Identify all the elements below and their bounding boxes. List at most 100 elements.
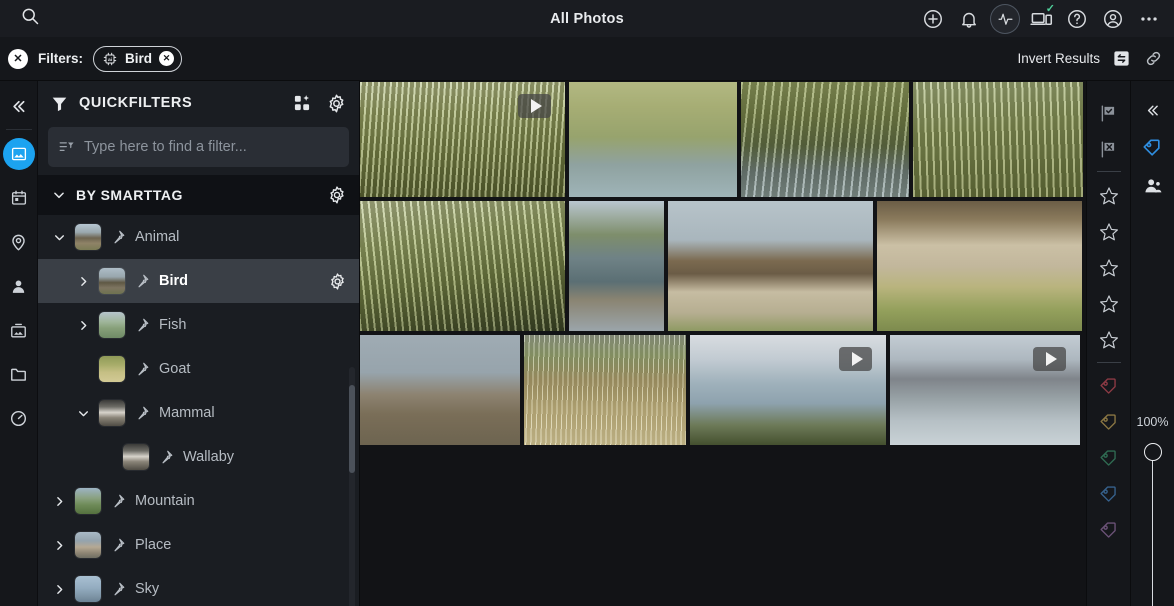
flag-pick-icon[interactable] [1098,95,1119,131]
smarttag-thumbnail [99,356,125,382]
photo-riverbank[interactable] [741,82,909,197]
gear-icon[interactable] [326,93,347,114]
chevron-right-icon[interactable] [52,495,66,508]
photo-blurred-video[interactable] [890,335,1080,445]
smarttag-section-gear-icon[interactable] [327,185,347,205]
nav-albums[interactable] [3,314,35,346]
chevron-down-icon[interactable] [76,407,90,420]
pin-icon[interactable] [110,537,126,553]
nav-photos[interactable] [3,138,35,170]
svg-text:ai: ai [108,57,113,63]
pin-icon[interactable] [134,361,150,377]
smarttag-item-sky[interactable]: Sky [38,567,359,606]
rating-star-5[interactable] [1098,322,1120,358]
chevron-right-icon[interactable] [76,275,90,288]
color-label-purple[interactable] [1098,513,1120,549]
invert-results-icon[interactable] [1112,49,1131,68]
flag-reject-icon[interactable] [1098,131,1119,167]
play-icon[interactable] [839,347,872,371]
nav-collapse-button[interactable] [9,89,28,123]
photo-lake-reeds[interactable] [569,82,737,197]
pin-icon[interactable] [110,581,126,597]
filter-chip-remove-icon[interactable]: ✕ [159,51,174,66]
clear-filters-button[interactable]: ✕ [8,49,28,69]
rating-star-3[interactable] [1098,250,1120,286]
smarttag-item-animal[interactable]: Animal [38,215,359,259]
nav-dashboard[interactable] [3,402,35,434]
photo-lakeshore[interactable] [569,201,664,331]
smarttag-item-fish[interactable]: Fish [38,303,359,347]
zoom-slider[interactable] [1144,443,1162,606]
activity-icon[interactable] [990,4,1020,34]
invert-results-label[interactable]: Invert Results [1017,51,1100,66]
chevron-right-icon[interactable] [76,319,90,332]
chevron-down-icon[interactable] [52,231,66,244]
devices-check-badge: ✓ [1046,2,1055,15]
smarttag-item-place[interactable]: Place [38,523,359,567]
pin-icon[interactable] [134,317,150,333]
pin-icon[interactable] [158,449,174,465]
filter-search-input[interactable] [84,139,339,155]
photo-creek-trees[interactable] [360,201,565,331]
right-rail-collapse-button[interactable] [1144,91,1161,129]
filter-search-box[interactable] [48,127,349,167]
filter-chip-bird[interactable]: ai Bird ✕ [93,46,182,72]
play-icon[interactable] [518,94,551,118]
smarttag-item-mammal[interactable]: Mammal [38,391,359,435]
smarttag-section-header[interactable]: BY SMARTTAG [38,175,359,215]
app-window: All Photos [0,0,1174,606]
pin-icon[interactable] [110,493,126,509]
tags-panel-icon[interactable] [1141,129,1164,167]
funnel-icon [50,94,69,113]
photo-trees-water[interactable] [913,82,1083,197]
devices-icon[interactable]: ✓ [1026,4,1056,34]
smarttag-thumbnail [75,488,101,514]
smarttag-item-mountain[interactable]: Mountain [38,479,359,523]
photo-goose-family[interactable] [668,201,873,331]
quickfilters-header-actions [292,93,347,114]
pin-icon[interactable] [110,229,126,245]
zoom-slider-handle[interactable] [1144,443,1162,461]
rating-star-1[interactable] [1098,178,1120,214]
color-label-blue[interactable] [1098,477,1120,513]
photo-sea-video[interactable] [690,335,886,445]
nav-folders[interactable] [3,358,35,390]
notifications-icon[interactable] [954,4,984,34]
play-icon[interactable] [1033,347,1066,371]
nav-people[interactable] [3,270,35,302]
panel-scrollbar-thumb[interactable] [349,385,355,473]
more-options-icon[interactable] [1134,4,1164,34]
color-label-red[interactable] [1098,369,1120,405]
rating-star-4[interactable] [1098,286,1120,322]
nav-calendar[interactable] [3,182,35,214]
chevron-right-icon[interactable] [52,539,66,552]
photo-thumbnail [569,201,664,331]
search-icon[interactable] [20,6,40,31]
smarttag-item-bird[interactable]: Bird [38,259,359,303]
smarttag-item-gear-icon[interactable] [328,272,347,291]
rating-star-2[interactable] [1098,214,1120,250]
smart-grid-icon[interactable] [292,93,312,113]
photo-goose-portrait[interactable] [360,335,520,445]
photo-reeds[interactable] [524,335,686,445]
smarttag-item-wallaby[interactable]: Wallaby [38,435,359,479]
pin-icon[interactable] [134,273,150,289]
photo-goslings[interactable] [877,201,1082,331]
nav-places[interactable] [3,226,35,258]
photo-woodland-video[interactable] [360,82,565,197]
link-icon[interactable] [1143,48,1164,69]
chevron-right-icon[interactable] [52,583,66,596]
help-icon[interactable] [1062,4,1092,34]
smarttag-item-goat[interactable]: Goat [38,347,359,391]
account-icon[interactable] [1098,4,1128,34]
add-icon[interactable] [918,4,948,34]
search-button[interactable] [0,6,60,31]
color-label-green[interactable] [1098,441,1120,477]
panel-scrollbar[interactable] [349,367,355,606]
pin-icon[interactable] [134,405,150,421]
filter-bar-actions: Invert Results [1017,48,1164,69]
ai-chip-icon: ai [102,51,118,67]
color-label-yellow[interactable] [1098,405,1120,441]
people-panel-icon[interactable] [1142,167,1164,205]
attribute-filter-bar [1086,81,1130,606]
